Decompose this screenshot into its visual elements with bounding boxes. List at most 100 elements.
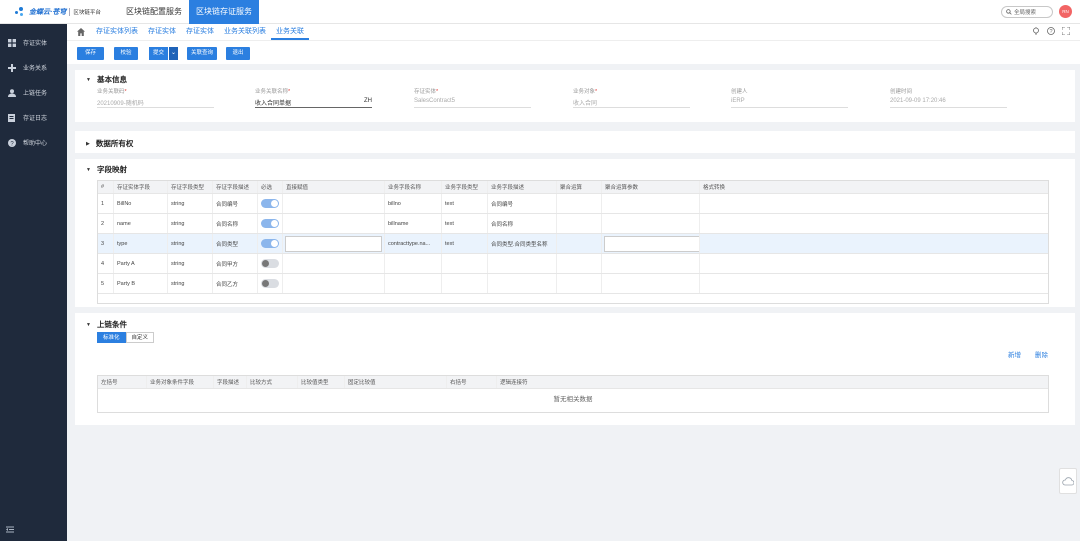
col-header: 字段描述 [214,376,247,388]
chain-conditions-header[interactable]: ▼ 上链条件 [86,319,127,330]
sidebar-item-log[interactable]: 存证日志 [0,105,67,130]
col-header: 比较值类型 [298,376,345,388]
required-toggle[interactable] [261,239,279,248]
format-cell[interactable] [700,274,1048,293]
direct-value-cell[interactable] [283,194,385,213]
business-field-cell[interactable]: billname [385,214,442,233]
conditions-table: 左括号 业务对象条件字段 字段描述 比较方式 比较值类型 固定比较值 右括号 逻… [97,375,1049,413]
add-condition-button[interactable]: 新增 [1008,349,1021,359]
check-button[interactable]: 校验 [114,47,138,60]
sidebar-item-label: 业务关系 [23,66,48,72]
direct-value-cell[interactable] [283,214,385,233]
home-icon[interactable] [77,28,85,36]
table-row[interactable]: 1 BillNo string 合同编号 billno text 合同编号 [98,194,1048,214]
sidebar-item-entity[interactable]: 存证实体 [0,30,67,55]
collapse-menu-icon[interactable] [6,526,14,535]
relation-code-field[interactable]: 20210909-随机码 [97,98,214,108]
table-row[interactable]: 5 Party B string 合同乙方 [98,274,1048,294]
top-nav-config[interactable]: 区块链配置服务 [119,0,189,24]
page-tabs-bar: 存证实体列表 存证实体 存证实体 业务关联列表 业务关联 ? [67,24,1080,40]
aggregate-param-input[interactable] [604,236,699,252]
tab-custom[interactable]: 自定义 [125,332,155,343]
entity-type-cell: string [168,214,213,233]
business-desc-cell: 合同编号 [488,194,557,213]
aggregate-cell[interactable] [557,194,602,213]
col-header: 逻辑连接符 [500,380,528,386]
business-field-cell[interactable]: contracttype.na... [385,234,442,253]
business-desc-cell [488,274,557,293]
mapping-card: ▼ 字段映射 # 存证实体字段 存证字段类型 存证字段描述 必选 直接赋值 业务… [75,159,1075,307]
required-toggle[interactable] [261,259,279,268]
cloud-upload-button[interactable] [1059,468,1077,494]
help-icon[interactable]: ? [1047,27,1055,35]
tab-relation-list[interactable]: 业务关联列表 [219,24,271,40]
basic-info-card: ▼ 基本信息 业务关联码* 20210909-随机码 业务关联名称* 收入合同单… [75,70,1075,122]
sidebar-item-relation[interactable]: 业务关系 [0,55,67,80]
logo-icon [14,6,26,18]
submit-button[interactable]: 提交 [149,47,169,60]
lightbulb-icon[interactable] [1032,27,1040,36]
business-object-field[interactable]: 收入合同 [573,98,690,108]
business-field-cell[interactable]: billno [385,194,442,213]
sidebar-item-task[interactable]: 上链任务 [0,80,67,105]
mapping-header[interactable]: ▼ 字段映射 [86,164,127,175]
toolbar: 保存 校验 提交 ⌄ 关联查询 退出 [67,40,1080,64]
table-row-selected[interactable]: 3 type string 合同类型 contracttype.na... te… [98,234,1048,254]
table-row[interactable]: 2 name string 合同名称 billname text 合同名称 [98,214,1048,234]
sidebar-item-label: 存证实体 [23,41,48,47]
chevron-down-icon[interactable]: ⌄ [168,47,179,60]
direct-value-cell[interactable] [283,274,385,293]
tab-entity-1[interactable]: 存证实体 [143,24,181,40]
required-toggle[interactable] [261,279,279,288]
tab-entity-list[interactable]: 存证实体列表 [91,24,143,40]
sidebar-item-help[interactable]: ? 帮助中心 [0,130,67,155]
col-header: 左括号 [98,376,147,388]
required-cell [258,274,283,293]
aggregate-cell[interactable] [557,234,602,253]
tab-entity-2[interactable]: 存证实体 [181,24,219,40]
aggregate-param-cell[interactable] [602,214,700,233]
exit-button[interactable]: 退出 [226,47,250,60]
required-toggle[interactable] [261,219,279,228]
aggregate-param-cell[interactable] [602,274,700,293]
format-cell[interactable] [700,214,1048,233]
entity-type-cell: string [168,274,213,293]
direct-value-cell[interactable] [283,254,385,273]
business-field-cell[interactable] [385,274,442,293]
business-field-cell[interactable] [385,254,442,273]
field-created-time: 创建时间 2021-09-09 17:20:46 [890,87,1007,108]
entity-field[interactable]: SalesContract5 [414,98,531,108]
global-search[interactable]: 全局搜索 [1001,6,1053,18]
format-cell[interactable] [700,194,1048,213]
save-button[interactable]: 保存 [77,47,104,60]
format-cell[interactable] [700,234,1048,253]
page-tabs: 存证实体列表 存证实体 存证实体 业务关联列表 业务关联 [91,24,309,40]
col-header: 聚合运算参数 [602,181,700,193]
table-row[interactable]: 4 Party A string 合同甲方 [98,254,1048,274]
required-toggle[interactable] [261,199,279,208]
aggregate-cell[interactable] [557,254,602,273]
relation-name-input[interactable]: 收入合同单据 ZH [255,98,372,108]
basic-info-header[interactable]: ▼ 基本信息 [86,74,127,85]
col-header: 右括号 [447,376,497,388]
aggregate-cell[interactable] [557,274,602,293]
ownership-header[interactable]: ▶ 数据所有权 [86,138,133,149]
aggregate-param-cell[interactable] [602,194,700,213]
format-cell[interactable] [700,254,1048,273]
delete-condition-button[interactable]: 删除 [1035,349,1048,359]
tab-relation[interactable]: 业务关联 [271,24,309,40]
sidebar: 存证实体 业务关系 上链任务 存证日志 ? 帮助中心 [0,24,67,541]
aggregate-param-cell[interactable] [602,254,700,273]
aggregate-cell[interactable] [557,214,602,233]
section-title: 基本信息 [96,75,127,84]
row-number: 5 [98,274,114,293]
required-cell [258,234,283,253]
fullscreen-icon[interactable] [1062,27,1070,35]
tab-standard[interactable]: 标准化 [97,332,126,343]
avatar[interactable]: RN [1059,5,1072,18]
direct-value-input[interactable] [285,236,382,252]
related-query-button[interactable]: 关联查询 [187,47,217,60]
logo[interactable]: 金蝶云·苍穹 区块链平台 [14,5,101,19]
language-suffix[interactable]: ZH [364,98,372,107]
top-nav-evidence[interactable]: 区块链存证服务 [189,0,259,24]
